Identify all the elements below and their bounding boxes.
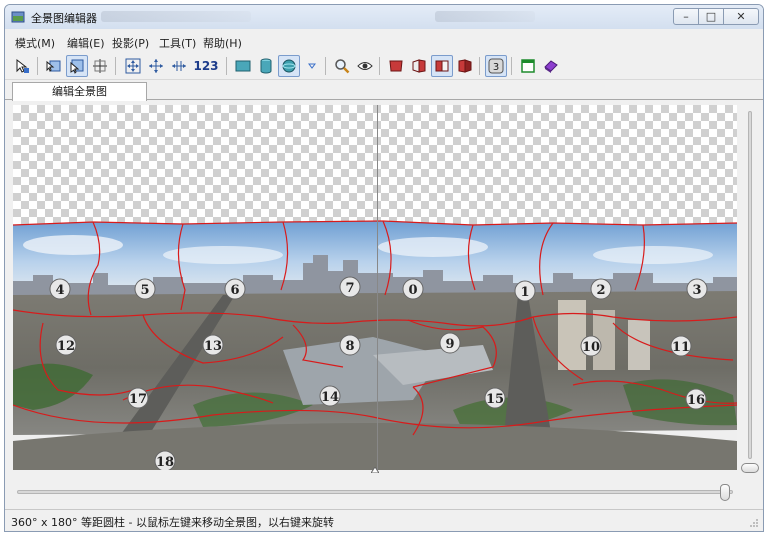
image-label: 16 [687, 393, 705, 408]
app-window: 全景图编辑器 – □ ✕ 模式(M) 编辑(E) 投影(P) 工具(T) 帮助(… [4, 4, 764, 532]
panorama-viewport[interactable]: 4 5 6 7 0 1 2 3 12 13 8 9 10 11 17 14 15… [13, 105, 737, 470]
window-green-icon[interactable] [517, 55, 539, 77]
image-label: 1 [520, 285, 529, 300]
align-horizontal-icon[interactable] [168, 55, 190, 77]
menu-projection[interactable]: 投影(P) [112, 35, 149, 51]
dropdown-arrow-icon[interactable] [301, 55, 323, 77]
image-label: 6 [230, 283, 239, 298]
menu-bar: 模式(M) 编辑(E) 投影(P) 工具(T) 帮助(H) [5, 33, 763, 51]
menu-edit[interactable]: 编辑(E) [67, 35, 105, 51]
blurred-title-text [101, 11, 251, 22]
zoom-icon[interactable] [331, 55, 353, 77]
image-label: 3 [692, 283, 701, 298]
maximize-button[interactable]: □ [698, 8, 724, 25]
resize-grip-icon[interactable] [749, 518, 759, 528]
app-icon [11, 11, 25, 23]
eraser-icon[interactable] [540, 55, 562, 77]
svg-text:3: 3 [493, 62, 499, 73]
panorama-image: 4 5 6 7 0 1 2 3 12 13 8 9 10 11 17 14 15… [13, 220, 737, 470]
preview-eye-icon[interactable] [354, 55, 376, 77]
horizontal-slider[interactable] [13, 481, 737, 505]
image-label: 15 [486, 392, 504, 407]
title-bar: 全景图编辑器 – □ ✕ [5, 5, 763, 29]
menu-help[interactable]: 帮助(H) [203, 35, 242, 51]
numbers-button[interactable]: 123 [191, 55, 221, 77]
vertical-slider-thumb[interactable] [741, 463, 759, 473]
face-red-icon[interactable] [385, 55, 407, 77]
tab-edit-panorama[interactable]: 编辑全景图 [12, 82, 147, 101]
image-label: 17 [129, 392, 147, 407]
image-label: 13 [204, 339, 222, 354]
face-right-icon[interactable] [454, 55, 476, 77]
tab-strip: 编辑全景图 [5, 80, 763, 101]
image-label: 18 [156, 455, 174, 470]
image-label: 10 [582, 340, 600, 355]
vertical-slider[interactable] [741, 105, 759, 473]
number-3-button[interactable]: 3 [485, 55, 507, 77]
image-label: 12 [57, 339, 75, 354]
move-center-icon[interactable] [145, 55, 167, 77]
face-split-icon[interactable] [431, 55, 453, 77]
crosshair-icon[interactable] [89, 55, 111, 77]
image-select-icon[interactable] [66, 55, 88, 77]
image-pointer-icon[interactable] [43, 55, 65, 77]
center-marker-icon [371, 467, 379, 473]
fit-arrows-icon[interactable] [122, 55, 144, 77]
image-label: 11 [672, 340, 690, 355]
menu-mode[interactable]: 模式(M) [15, 35, 55, 51]
status-text: 360° x 180° 等距圆柱 - 以鼠标左键来移动全景图，以右键来旋转 [11, 516, 334, 529]
menu-tools[interactable]: 工具(T) [159, 35, 196, 51]
image-label: 2 [596, 283, 605, 298]
sphere-projection-icon[interactable] [278, 55, 300, 77]
image-label: 9 [445, 337, 454, 352]
center-marker-line [377, 105, 378, 470]
image-label: 7 [345, 281, 354, 296]
select-tool-icon[interactable] [11, 55, 33, 77]
image-label: 0 [408, 283, 417, 298]
image-label: 4 [55, 283, 64, 298]
numbers-text: 123 [193, 59, 219, 73]
blurred-title-text [435, 11, 535, 22]
window-title: 全景图编辑器 [31, 12, 97, 25]
minimize-button[interactable]: – [673, 8, 699, 25]
image-label: 8 [345, 339, 354, 354]
horizontal-slider-thumb[interactable] [720, 484, 730, 501]
close-button[interactable]: ✕ [723, 8, 759, 25]
toolbar: 123 3 [5, 52, 763, 80]
horizontal-slider-track [17, 490, 733, 494]
face-left-icon[interactable] [408, 55, 430, 77]
vertical-slider-track [748, 111, 752, 459]
number-3-icon: 3 [488, 58, 504, 74]
image-label: 14 [321, 390, 339, 405]
status-bar: 360° x 180° 等距圆柱 - 以鼠标左键来移动全景图，以右键来旋转 [5, 509, 763, 531]
image-label: 5 [140, 283, 149, 298]
flat-projection-icon[interactable] [232, 55, 254, 77]
cylinder-projection-icon[interactable] [255, 55, 277, 77]
